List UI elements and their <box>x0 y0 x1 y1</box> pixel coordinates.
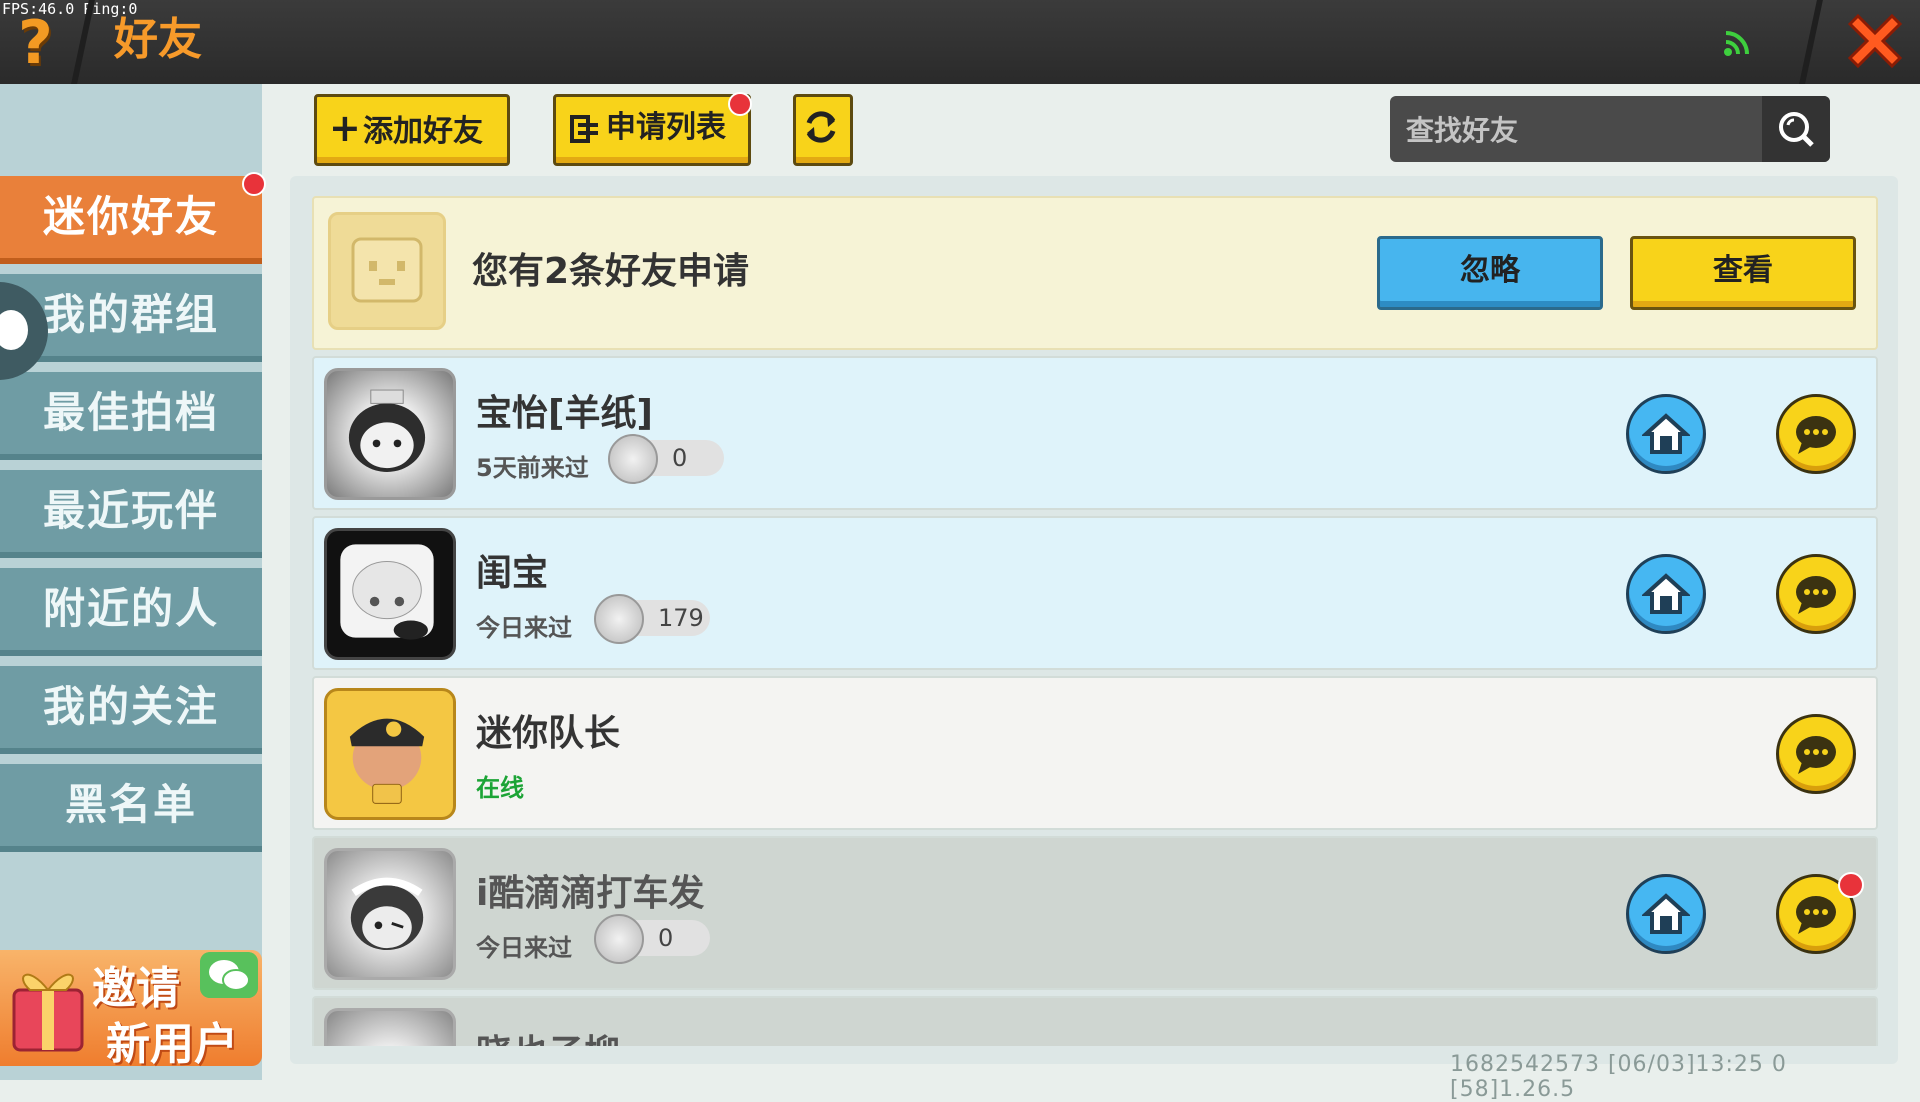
nav-mini-friends[interactable]: 迷你好友 <box>0 176 262 264</box>
plus-icon: + <box>329 106 361 150</box>
search-box <box>1390 96 1830 162</box>
score-count: 0 <box>672 444 688 472</box>
notification-dot <box>242 172 266 196</box>
signal-icon <box>1724 31 1749 56</box>
visit-home-button[interactable] <box>1626 554 1706 634</box>
refresh-button[interactable] <box>793 94 853 166</box>
medal-icon <box>594 914 644 964</box>
friend-request-row: 您有2条好友申请 忽略 查看 <box>312 196 1878 350</box>
help-icon[interactable]: ? <box>18 8 53 78</box>
top-bar <box>0 0 1920 84</box>
friend-request-text: 您有2条好友申请 <box>472 251 750 292</box>
view-button[interactable]: 查看 <box>1630 236 1856 310</box>
friend-name: 迷你队长 <box>476 713 621 754</box>
gift-icon <box>12 973 84 1052</box>
nav-best-partner[interactable]: 最佳拍档 <box>0 372 262 460</box>
visit-home-button[interactable] <box>1626 874 1706 954</box>
close-icon[interactable] <box>1840 6 1910 76</box>
friend-name: i酷滴滴打车发 <box>476 873 705 914</box>
add-friend-button[interactable]: +添加好友 <box>314 94 510 166</box>
nav-nearby[interactable]: 附近的人 <box>0 568 262 656</box>
score-badge: 0 <box>594 914 710 964</box>
friend-name: 宝怡[羊纸] <box>476 393 653 434</box>
nav-recent-players[interactable]: 最近玩伴 <box>0 470 262 558</box>
avatar[interactable] <box>324 1008 456 1046</box>
avatar[interactable] <box>324 848 456 980</box>
list-icon <box>570 114 598 143</box>
visit-home-button[interactable] <box>1626 394 1706 474</box>
home-icon <box>1642 893 1690 934</box>
chat-button[interactable] <box>1776 714 1856 794</box>
last-seen: 今日来过 <box>476 934 572 962</box>
chat-icon <box>1796 896 1836 934</box>
medal-icon <box>594 594 644 644</box>
page-title: 好友 <box>114 14 202 65</box>
invite-label-line2: 新用户 <box>106 1019 238 1070</box>
avatar[interactable] <box>324 528 456 660</box>
friend-list[interactable]: 您有2条好友申请 忽略 查看 宝怡[羊纸] 5天前来过 0 闺宝 今日来过 17… <box>312 196 1878 1046</box>
friend-name: 闺宝 <box>476 553 549 594</box>
nav-following[interactable]: 我的关注 <box>0 666 262 754</box>
score-count: 179 <box>658 604 704 632</box>
score-badge: 0 <box>608 434 724 484</box>
score-count: 0 <box>658 924 674 952</box>
chat-button[interactable] <box>1776 394 1856 474</box>
unread-dot <box>1838 872 1864 898</box>
request-list-label: 申请列表 <box>606 110 726 145</box>
friend-row[interactable]: 闺宝 今日来过 179 <box>312 516 1878 670</box>
nav-blacklist[interactable]: 黑名单 <box>0 764 262 852</box>
chat-icon <box>1796 416 1836 454</box>
sidebar: 迷你好友 我的群组 最佳拍档 最近玩伴 附近的人 我的关注 黑名单 <box>0 84 262 1080</box>
chat-icon <box>1796 576 1836 614</box>
add-friend-label: 添加好友 <box>363 114 483 149</box>
medal-icon <box>608 434 658 484</box>
footer-info: 1682542573 [06/03]13:25 0 [58]1.26.5 <box>1450 1052 1787 1102</box>
friend-name: 晓也子柳 <box>476 1024 620 1046</box>
wechat-icon <box>200 952 258 998</box>
score-badge: 179 <box>594 594 710 644</box>
avatar[interactable] <box>324 688 456 820</box>
chat-button[interactable] <box>1776 554 1856 634</box>
friend-row[interactable]: i酷滴滴打车发 今日来过 0 <box>312 836 1878 990</box>
avatar[interactable] <box>324 368 456 500</box>
chat-icon <box>1796 736 1836 774</box>
request-avatar-icon <box>328 212 446 330</box>
refresh-icon <box>806 111 836 143</box>
ignore-button[interactable]: 忽略 <box>1377 236 1603 310</box>
online-status: 在线 <box>476 774 524 802</box>
search-icon <box>1779 112 1814 147</box>
friend-row[interactable]: 迷你队长 在线 <box>312 676 1878 830</box>
last-seen: 今日来过 <box>476 614 572 642</box>
friend-row[interactable]: 晓也子柳 <box>312 996 1878 1046</box>
request-list-button[interactable]: 申请列表 <box>553 94 751 166</box>
invite-label-line1: 邀请 <box>92 963 180 1014</box>
last-seen: 5天前来过 <box>476 454 589 482</box>
friend-row[interactable]: 宝怡[羊纸] 5天前来过 0 <box>312 356 1878 510</box>
notification-dot <box>728 92 752 116</box>
search-input[interactable] <box>1404 104 1748 156</box>
home-icon <box>1642 573 1690 614</box>
search-button[interactable] <box>1762 96 1830 162</box>
home-icon <box>1642 413 1690 454</box>
